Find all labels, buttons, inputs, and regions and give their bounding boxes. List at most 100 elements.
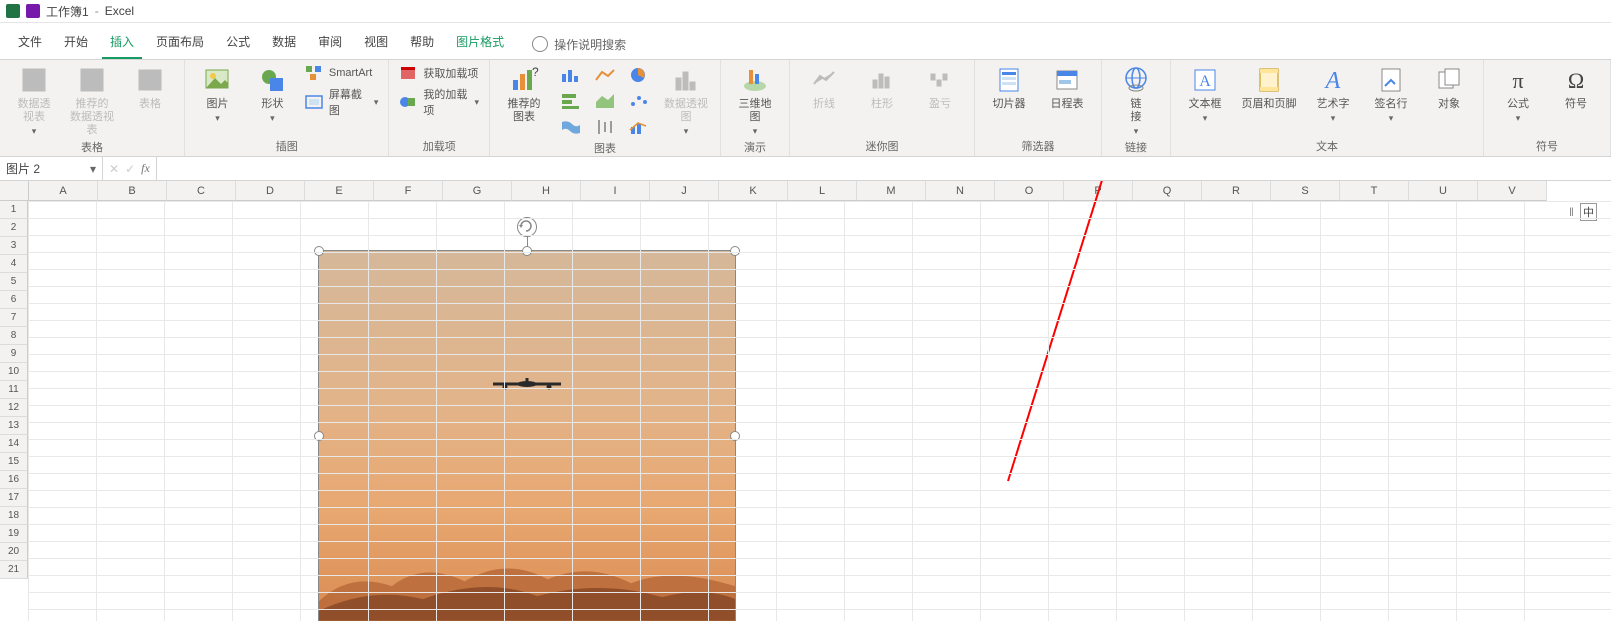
tab-view[interactable]: 视图	[356, 29, 396, 59]
column-header[interactable]: R	[1202, 181, 1271, 201]
column-header[interactable]: T	[1340, 181, 1409, 201]
row-header[interactable]: 8	[0, 327, 28, 345]
group-symbols: π 公式▾ Ω 符号 符号	[1484, 60, 1611, 156]
combo-chart-button[interactable]	[626, 116, 652, 138]
row-header[interactable]: 19	[0, 525, 28, 543]
link-button[interactable]: 链 接▾	[1112, 64, 1160, 137]
row-header[interactable]: 18	[0, 507, 28, 525]
column-header[interactable]: B	[98, 181, 167, 201]
row-header[interactable]: 21	[0, 561, 28, 579]
tab-home[interactable]: 开始	[56, 29, 96, 59]
tab-file[interactable]: 文件	[10, 29, 50, 59]
sparkline-winloss-button: 盈亏	[916, 64, 964, 111]
resize-handle-ne[interactable]	[730, 246, 740, 256]
tab-picture-format[interactable]: 图片格式	[448, 29, 512, 59]
smartart-button[interactable]: SmartArt	[305, 64, 372, 82]
column-header[interactable]: A	[29, 181, 98, 201]
tab-formulas[interactable]: 公式	[218, 29, 258, 59]
row-header[interactable]: 7	[0, 309, 28, 327]
workbook-title: 工作簿1	[46, 3, 89, 20]
column-header[interactable]: U	[1409, 181, 1478, 201]
textbox-button[interactable]: A 文本框▾	[1181, 64, 1229, 124]
row-header[interactable]: 15	[0, 453, 28, 471]
row-header[interactable]: 10	[0, 363, 28, 381]
row-header[interactable]: 9	[0, 345, 28, 363]
tell-me[interactable]: 操作说明搜索	[532, 36, 626, 53]
column-header[interactable]: P	[1064, 181, 1133, 201]
column-header[interactable]: D	[236, 181, 305, 201]
tab-insert[interactable]: 插入	[102, 29, 142, 59]
screenshot-button[interactable]: 屏幕截图▾	[305, 86, 379, 118]
select-all-corner[interactable]	[0, 181, 29, 201]
signature-button[interactable]: 签名行▾	[1367, 64, 1415, 124]
column-header[interactable]: Q	[1133, 181, 1202, 201]
row-header[interactable]: 17	[0, 489, 28, 507]
my-addins-button[interactable]: 我的加载项▾	[399, 86, 479, 118]
formula-bar[interactable]	[156, 157, 1611, 180]
column-header[interactable]: S	[1271, 181, 1340, 201]
timeline-button[interactable]: 日程表	[1043, 64, 1091, 111]
map3d-button[interactable]: 三维地 图▾	[731, 64, 779, 137]
row-header[interactable]: 6	[0, 291, 28, 309]
line-chart-button[interactable]	[592, 64, 618, 86]
stock-chart-button[interactable]	[592, 116, 618, 138]
column-header[interactable]: E	[305, 181, 374, 201]
area-chart-button[interactable]	[592, 90, 618, 112]
inserted-picture[interactable]	[318, 250, 736, 621]
column-header[interactable]: F	[374, 181, 443, 201]
column-header[interactable]: I	[581, 181, 650, 201]
cell-grid[interactable]: ‖ 中	[28, 201, 1611, 621]
column-chart-button[interactable]	[558, 64, 584, 86]
column-header[interactable]: O	[995, 181, 1064, 201]
column-header[interactable]: N	[926, 181, 995, 201]
column-header[interactable]: M	[857, 181, 926, 201]
row-header[interactable]: 1	[0, 201, 28, 219]
name-box[interactable]: 图片 2 ▾	[0, 157, 103, 180]
equation-icon: π	[1502, 64, 1534, 96]
row-header[interactable]: 11	[0, 381, 28, 399]
row-header[interactable]: 12	[0, 399, 28, 417]
scatter-chart-button[interactable]	[626, 90, 652, 112]
resize-handle-nw[interactable]	[314, 246, 324, 256]
row-header[interactable]: 13	[0, 417, 28, 435]
header-footer-button[interactable]: 页眉和页脚	[1239, 64, 1299, 111]
symbol-icon: Ω	[1560, 64, 1592, 96]
tab-page-layout[interactable]: 页面布局	[148, 29, 212, 59]
map-chart-button[interactable]	[558, 116, 584, 138]
fx-icon[interactable]: fx	[141, 161, 150, 176]
column-header[interactable]: J	[650, 181, 719, 201]
slicer-button[interactable]: 切片器	[985, 64, 1033, 111]
equation-button[interactable]: π 公式▾	[1494, 64, 1542, 124]
recommended-charts-button[interactable]: ? 推荐的 图表	[500, 64, 548, 124]
row-header[interactable]: 4	[0, 255, 28, 273]
column-header[interactable]: G	[443, 181, 512, 201]
bar-chart-button[interactable]	[558, 90, 584, 112]
group-tours-label: 演示	[744, 137, 766, 155]
row-header[interactable]: 16	[0, 471, 28, 489]
tab-help[interactable]: 帮助	[402, 29, 442, 59]
recommended-charts-icon: ?	[508, 64, 540, 96]
row-header[interactable]: 14	[0, 435, 28, 453]
tab-data[interactable]: 数据	[264, 29, 304, 59]
get-addins-button[interactable]: 获取加载项	[399, 64, 478, 82]
column-header[interactable]: C	[167, 181, 236, 201]
symbol-button[interactable]: Ω 符号	[1552, 64, 1600, 111]
name-box-dropdown-icon[interactable]: ▾	[90, 162, 96, 176]
svg-text:π: π	[1512, 68, 1523, 93]
pictures-button[interactable]: 图片▾	[195, 64, 240, 124]
row-header[interactable]: 3	[0, 237, 28, 255]
resize-handle-n[interactable]	[522, 246, 532, 256]
shapes-button[interactable]: 形状▾	[250, 64, 295, 124]
pie-chart-button[interactable]	[626, 64, 652, 86]
column-header[interactable]: V	[1478, 181, 1547, 201]
tab-review[interactable]: 审阅	[310, 29, 350, 59]
row-header[interactable]: 5	[0, 273, 28, 291]
row-header[interactable]: 20	[0, 543, 28, 561]
column-header[interactable]: L	[788, 181, 857, 201]
rotate-handle[interactable]	[517, 217, 537, 237]
object-button[interactable]: 对象	[1425, 64, 1473, 111]
row-header[interactable]: 2	[0, 219, 28, 237]
column-header[interactable]: H	[512, 181, 581, 201]
column-header[interactable]: K	[719, 181, 788, 201]
wordart-button[interactable]: A 艺术字▾	[1309, 64, 1357, 124]
